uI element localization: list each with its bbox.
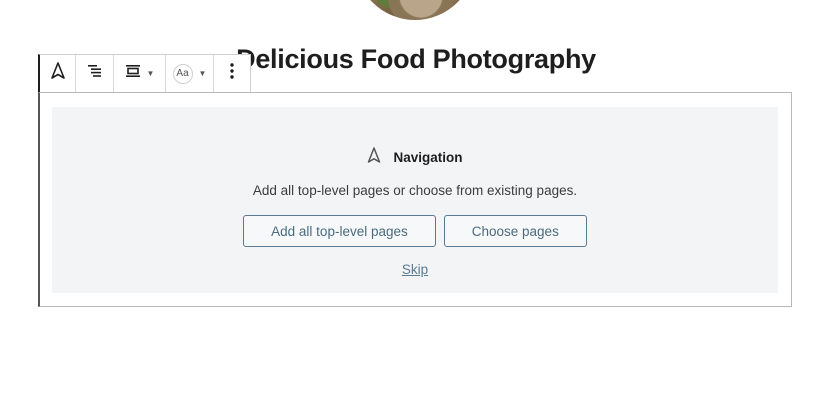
navigation-block[interactable]: Navigation Add all top-level pages or ch… (38, 92, 792, 307)
list-indent-icon (87, 64, 103, 83)
justify-icon (125, 64, 141, 83)
chevron-down-icon: ▼ (146, 69, 155, 78)
editor-canvas: Delicious Food Photography ▼ Aa ▼ Naviga… (0, 0, 830, 420)
placeholder-instructions: Add all top-level pages or choose from e… (252, 183, 578, 198)
navigation-icon (367, 147, 381, 167)
block-type-button[interactable] (50, 55, 66, 92)
toolbar-group-more (214, 55, 250, 92)
toolbar-group-text-style: Aa ▼ (166, 55, 214, 92)
text-style-icon: Aa (172, 63, 193, 84)
more-options-button[interactable] (230, 55, 234, 92)
indent-button[interactable] (87, 55, 103, 92)
choose-pages-button[interactable]: Choose pages (443, 215, 587, 247)
site-logo[interactable] (355, 0, 475, 20)
justify-button[interactable]: ▼ (125, 55, 155, 92)
navigation-placeholder: Navigation Add all top-level pages or ch… (52, 107, 778, 293)
chevron-down-icon: ▼ (198, 69, 207, 78)
placeholder-title: Navigation (393, 149, 463, 165)
skip-link[interactable]: Skip (52, 262, 778, 277)
block-toolbar: ▼ Aa ▼ (38, 54, 251, 92)
add-all-pages-button[interactable]: Add all top-level pages (243, 215, 436, 247)
placeholder-actions: Add all top-level pages Choose pages (52, 215, 778, 247)
text-style-button[interactable]: Aa ▼ (172, 55, 207, 92)
toolbar-group-block-type (40, 55, 76, 92)
navigation-icon (50, 62, 66, 85)
placeholder-label: Navigation (52, 147, 778, 167)
more-options-icon (230, 63, 234, 84)
toolbar-group-justify: ▼ (114, 55, 166, 92)
toolbar-group-indent (76, 55, 114, 92)
